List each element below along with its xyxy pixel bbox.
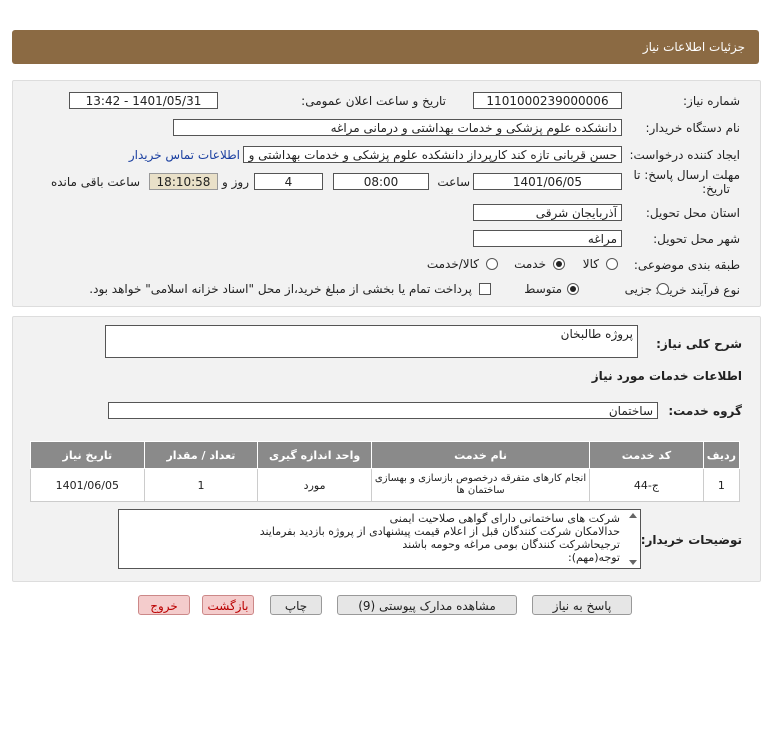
treasury-checkbox[interactable]: [479, 283, 491, 295]
announce-date-field: 1401/05/31 - 13:42: [69, 92, 218, 109]
category-option-goods-service: کالا/خدمت: [426, 257, 479, 271]
category-radio-goods[interactable]: [606, 258, 618, 270]
remaining-days-label: روز و: [222, 175, 249, 189]
summary-label: شرح کلی نیاز:: [656, 337, 742, 351]
remaining-days-field: 4: [254, 173, 323, 190]
category-radio-goods-service[interactable]: [486, 258, 498, 270]
row-code: ج-44: [589, 468, 704, 502]
need-info-panel: [12, 80, 761, 307]
buyer-note-line: شرکت های ساختمانی دارای گواهی صلاحیت ایم…: [389, 512, 620, 525]
scroll-up-icon[interactable]: [629, 513, 637, 518]
buyer-notes-label: توضیحات خریدار:: [640, 533, 742, 547]
service-group-label: گروه خدمت:: [668, 404, 742, 418]
purchase-option-minor: جزیی: [624, 282, 652, 296]
city-label: شهر محل تحویل:: [653, 232, 740, 246]
remaining-time-field: 18:10:58: [149, 173, 218, 190]
col-name: نام خدمت: [370, 441, 591, 469]
service-group-field: ساختمان: [108, 402, 658, 419]
row-qty: 1: [143, 468, 259, 502]
buyer-notes-scrollbar[interactable]: [629, 511, 639, 567]
services-table-header: ردیف کد خدمت نام خدمت واحد اندازه گیری ت…: [30, 441, 741, 469]
remaining-time-label: ساعت باقی مانده: [50, 175, 140, 189]
col-date: تاریخ نیاز: [30, 441, 145, 469]
province-field: آذربایجان شرقی: [473, 204, 622, 221]
col-qty: تعداد / مقدار: [143, 441, 259, 469]
page-header: جزئیات اطلاعات نیاز: [12, 30, 759, 64]
scroll-down-icon[interactable]: [629, 560, 637, 565]
buyer-note-line: ترجیحاشرکت کنندگان بومی مراغه وحومه باشن…: [402, 538, 620, 551]
services-table: ردیف کد خدمت نام خدمت واحد اندازه گیری ت…: [30, 441, 741, 502]
deadline-label: مهلت ارسال پاسخ: تا: [633, 168, 740, 182]
col-code: کد خدمت: [589, 441, 704, 469]
deadline-date-label: تاریخ:: [702, 182, 730, 196]
deadline-time-label: ساعت: [437, 175, 470, 189]
row-name: انجام کارهای متفرقه درخصوص بازسازی و بهس…: [370, 468, 591, 502]
requester-label: ایجاد کننده درخواست:: [629, 148, 740, 162]
buyer-contact-link[interactable]: اطلاعات تماس خریدار: [129, 148, 240, 162]
purchase-option-medium: متوسط: [524, 282, 562, 296]
category-radio-service[interactable]: [553, 258, 565, 270]
announce-date-label: تاریخ و ساعت اعلان عمومی:: [301, 94, 446, 108]
city-field: مراغه: [473, 230, 622, 247]
row-number: 1: [702, 468, 741, 502]
province-label: استان محل تحویل:: [645, 206, 740, 220]
need-number-label: شماره نیاز:: [683, 94, 740, 108]
need-number-field: 1101000239000006: [473, 92, 622, 109]
buyer-org-label: نام دستگاه خریدار:: [645, 121, 741, 135]
services-section-title: اطلاعات خدمات مورد نیاز: [591, 369, 742, 383]
buyer-note-line: توجه(مهم):: [567, 551, 620, 564]
purchase-radio-medium[interactable]: [567, 283, 579, 295]
category-option-goods: کالا: [582, 257, 599, 271]
purchase-radio-minor[interactable]: [657, 283, 669, 295]
reply-button[interactable]: پاسخ به نیاز: [532, 595, 632, 615]
buyer-org-field: دانشکده علوم پزشکی و خدمات بهداشتی و درم…: [173, 119, 622, 136]
back-button[interactable]: بازگشت: [202, 595, 254, 615]
exit-button[interactable]: خروج: [138, 595, 190, 615]
col-unit: واحد اندازه گیری: [257, 441, 372, 469]
row-date: 1401/06/05: [30, 468, 145, 502]
buyer-note-line: حدالامکان شرکت کنندگان قبل از اعلام قیمت…: [259, 525, 620, 538]
treasury-note: پرداخت تمام یا بخشی از مبلغ خرید،از محل …: [89, 282, 472, 296]
deadline-time-field: 08:00: [333, 173, 429, 190]
view-attachments-button[interactable]: مشاهده مدارک پیوستی (9): [337, 595, 517, 615]
buyer-notes-box[interactable]: شرکت های ساختمانی دارای گواهی صلاحیت ایم…: [118, 509, 641, 569]
summary-field: پروژه طالبخان: [105, 325, 638, 358]
print-button[interactable]: چاپ: [270, 595, 322, 615]
deadline-date-field: 1401/06/05: [473, 173, 622, 190]
page-title: جزئیات اطلاعات نیاز: [642, 40, 745, 54]
table-row: 1 ج-44 انجام کارهای متفرقه درخصوص بازساز…: [30, 468, 741, 502]
category-label: طبقه بندی موضوعی:: [633, 258, 740, 272]
row-unit: مورد: [257, 468, 372, 502]
category-option-service: خدمت: [514, 257, 546, 271]
col-row: ردیف: [702, 441, 741, 469]
requester-field: حسن قربانی تازه کند کارپرداز دانشکده علو…: [243, 146, 622, 163]
